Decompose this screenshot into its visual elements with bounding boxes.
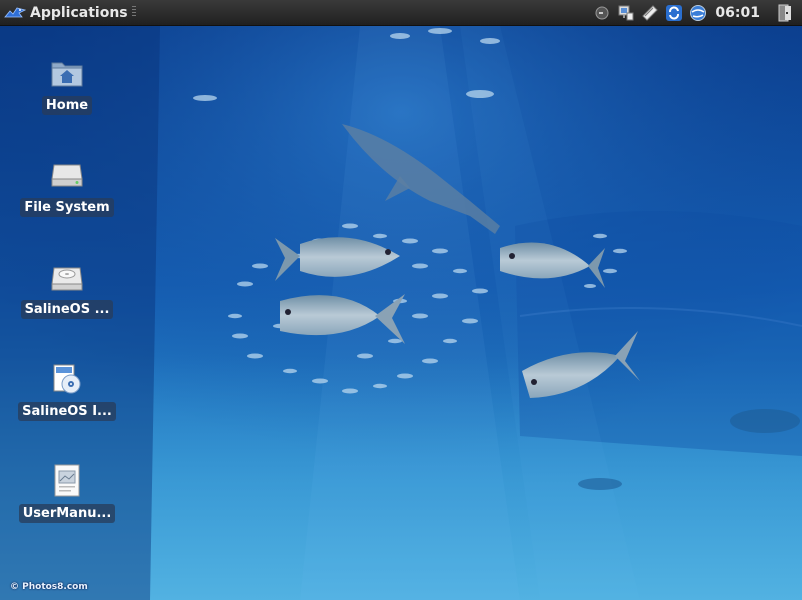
top-panel: Applications 06:01 [0,0,802,26]
optical-drive-icon [49,259,85,295]
clock[interactable]: 06:01 [715,5,760,21]
desktop-wallpaper: © Photos8.com [0,26,802,600]
desktop-icon-user-manual[interactable]: UserManu... [17,463,117,523]
desktop-icon-label: Home [41,96,93,115]
aquarium-wallpaper-image [0,26,802,600]
desktop-icon-label: SalineOS I... [18,402,116,421]
desktop-icon-salineos-drive[interactable]: SalineOS ... [17,259,117,319]
logout-icon[interactable] [776,4,794,22]
desktop-icon-label: File System [20,198,114,217]
desktop-icon-label: SalineOS ... [20,300,114,319]
wallpaper-watermark: © Photos8.com [10,582,88,592]
desktop-icon-label: UserManu... [18,504,116,523]
desktop-icon-home[interactable]: Home [17,55,117,115]
bird-logo-icon [4,7,26,18]
desktop-icon-salineos-installer[interactable]: SalineOS I... [17,361,117,421]
applications-menu-button[interactable]: Applications [4,2,128,24]
installer-disc-icon [49,361,85,397]
notes-icon[interactable] [641,4,659,22]
drive-icon [49,157,85,193]
document-icon [49,463,85,499]
update-icon[interactable] [665,4,683,22]
network-icon[interactable] [617,4,635,22]
applications-menu-label: Applications [30,5,128,21]
volume-icon[interactable] [593,4,611,22]
desktop-icon-file-system[interactable]: File System [17,157,117,217]
home-folder-icon [49,55,85,91]
browser-icon[interactable] [689,4,707,22]
system-tray: 06:01 [587,2,794,24]
panel-separator [132,6,136,20]
